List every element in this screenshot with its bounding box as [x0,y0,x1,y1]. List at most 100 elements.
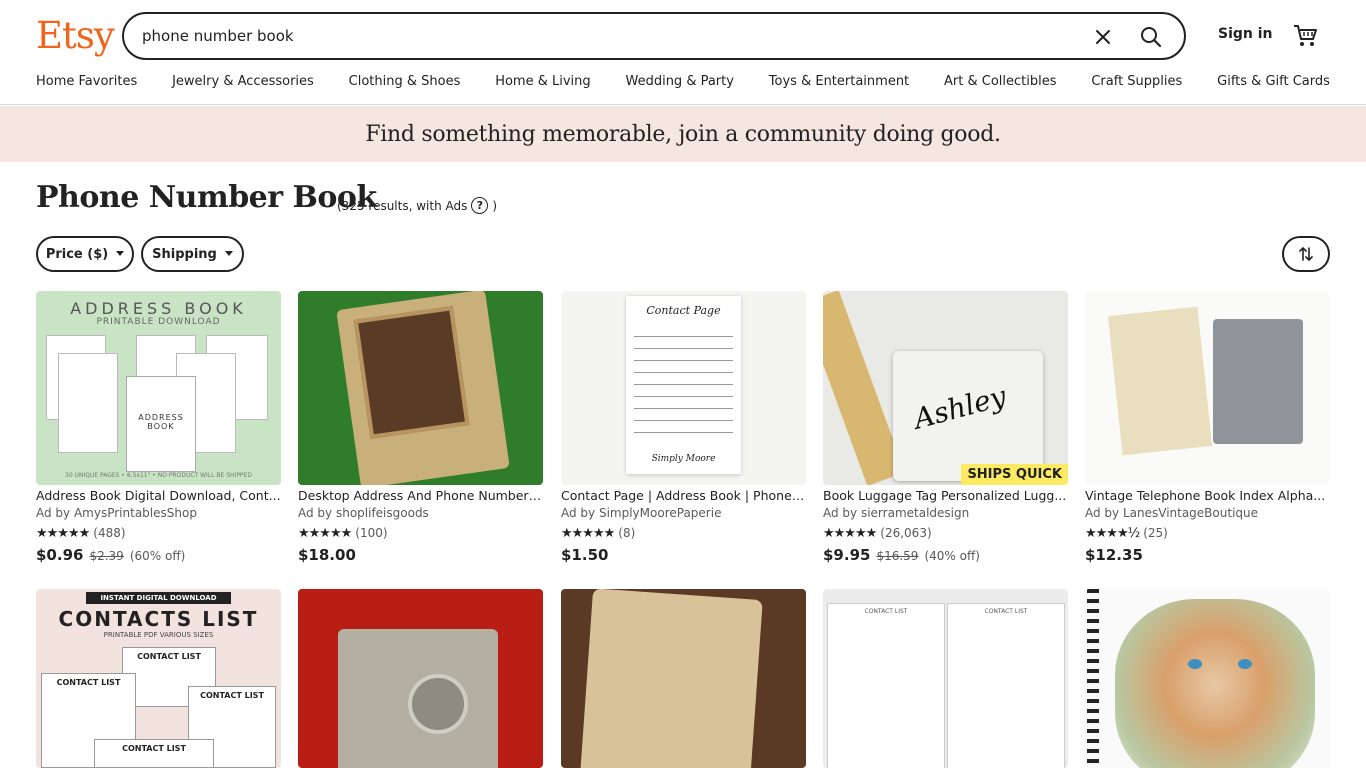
listing-rating: ★★★★★ (488) [36,524,281,542]
listing-image[interactable]: INSTANT DIGITAL DOWNLOAD CONTACTS LIST P… [36,589,281,768]
star-rating-icon: ★★★★★ [823,525,877,541]
listing-price: $12.35 [1085,546,1143,564]
price-row: $0.96 $2.39 (60% off) [36,546,281,564]
promo-banner: Find something memorable, join a communi… [0,106,1366,162]
thumb-header: ADDRESS BOOK [70,299,247,318]
listing-card[interactable] [1085,589,1330,768]
ships-quick-badge: SHIPS QUICK [961,464,1068,485]
results-count: (325 results, with Ads ? ) [337,197,497,214]
listing-image[interactable] [561,589,806,768]
search-bar[interactable] [122,12,1186,60]
listing-image[interactable] [298,291,543,485]
listing-price: $0.96 [36,546,84,564]
listing-card[interactable]: CONTACT LIST CONTACT LIST [823,589,1068,768]
thumb-spiral [1087,589,1099,768]
nav-jewelry-accessories[interactable]: Jewelry & Accessories [172,74,314,96]
listing-title[interactable]: Address Book Digital Download, Cont... [36,488,281,504]
cart-icon[interactable] [1292,22,1320,50]
etsy-logo[interactable]: Etsy [36,12,115,60]
close-icon[interactable] [1090,24,1116,50]
thumb-cover [353,306,470,439]
search-icon[interactable] [1136,22,1166,52]
nav-home-favorites[interactable]: Home Favorites [36,74,137,96]
listing-rating: ★★★★★ (26,063) [823,524,1068,542]
thumb-cat [1115,599,1315,768]
price-row: $9.95 $16.59 (40% off) [823,546,1068,564]
listing-image[interactable]: Contact Page Simply Moore [561,291,806,485]
thumb-line [634,360,733,361]
listing-card[interactable] [561,589,806,768]
thumb-signature: Simply Moore [651,454,716,464]
original-price: $2.39 [89,549,124,563]
listing-image[interactable]: CONTACT LIST CONTACT LIST [823,589,1068,768]
nav-wedding-party[interactable]: Wedding & Party [625,74,733,96]
star-rating-icon: ★★★★★ [298,525,352,541]
review-count: (488) [93,526,126,540]
thumb-object [336,291,510,485]
thumb-object [1107,306,1213,456]
listing-shop: Ad by sierrametaldesign [823,506,970,520]
page-title: Phone Number Book [36,180,377,215]
nav-art-collectibles[interactable]: Art & Collectibles [944,74,1056,96]
nav-toys-entertainment[interactable]: Toys & Entertainment [769,74,909,96]
thumb-sheet: Contact Page Simply Moore [626,296,741,474]
listing-rating: ★★★★★ (8) [561,524,806,542]
listing-card[interactable]: ADDRESS BOOK PRINTABLE DOWNLOAD ADDRESS … [36,291,281,564]
thumb-line [634,348,733,349]
help-icon[interactable]: ? [471,197,489,214]
listing-image[interactable] [1085,589,1330,768]
listing-image[interactable] [1085,291,1330,485]
price-row: $12.35 [1085,546,1330,564]
listing-title[interactable]: Desktop Address And Phone Number ... [298,488,543,504]
discount: (40% off) [924,549,980,563]
listing-rating: ★★★★½ (25) [1085,524,1330,542]
listing-title[interactable]: Vintage Telephone Book Index Alpha... [1085,488,1330,504]
listing-image[interactable]: Ashley SHIPS QUICK [823,291,1068,485]
review-count: (25) [1143,526,1168,540]
thumb-object [1213,319,1303,444]
price-filter-label: Price ($) [45,246,109,262]
listing-title[interactable]: Book Luggage Tag Personalized Lugg... [823,488,1068,504]
thumb-eye [1188,659,1202,669]
thumb-sheet: CONTACT LIST [827,603,945,768]
thumb-line [634,384,733,385]
nav-clothing-shoes[interactable]: Clothing & Shoes [349,74,461,96]
listing-card[interactable]: Ashley SHIPS QUICK Book Luggage Tag Pers… [823,291,1068,564]
shipping-filter-button[interactable]: Shipping [141,236,244,272]
header: Etsy Sign in Home Favorites Jewelry & Ac… [0,0,1366,105]
results-text: (325 results, with Ads [337,198,468,213]
listing-image[interactable]: ADDRESS BOOK PRINTABLE DOWNLOAD ADDRESS … [36,291,281,485]
thumb-line [634,396,733,397]
listing-card[interactable]: Contact Page Simply Moore Contact Page |… [561,291,806,564]
price-row: $18.00 [298,546,543,564]
thumb-object [338,629,498,768]
search-input[interactable] [142,14,1042,58]
price-filter-button[interactable]: Price ($) [36,236,134,272]
nav-craft-supplies[interactable]: Craft Supplies [1091,74,1182,96]
listing-title[interactable]: Contact Page | Address Book | Phone ... [561,488,806,504]
shipping-filter-label: Shipping [152,246,217,262]
nav-gifts-gift-cards[interactable]: Gifts & Gift Cards [1217,74,1330,96]
thumb-subtitle: PRINTABLE PDF VARIOUS SIZES [103,631,214,639]
listing-image[interactable] [298,589,543,768]
listing-card[interactable]: Desktop Address And Phone Number ... Ad … [298,291,543,564]
review-count: (8) [618,526,636,540]
thumb-line [634,336,733,337]
thumb-line [634,408,733,409]
listing-card[interactable]: Vintage Telephone Book Index Alpha... Ad… [1085,291,1330,564]
thumb-bar: INSTANT DIGITAL DOWNLOAD [86,592,231,604]
sign-in-link[interactable]: Sign in [1218,26,1273,42]
star-rating-icon: ★★★★★ [561,525,615,541]
thumb-title: CONTACTS LIST [58,607,259,631]
nav-home-living[interactable]: Home & Living [495,74,590,96]
listing-shop: Ad by AmysPrintablesShop [36,506,197,520]
listing-card[interactable] [298,589,543,768]
thumb-line [634,432,733,433]
sort-icon [1299,247,1313,261]
sort-button[interactable] [1282,236,1330,272]
listing-rating: ★★★★★ (100) [298,524,543,542]
listing-card[interactable]: INSTANT DIGITAL DOWNLOAD CONTACTS LIST P… [36,589,281,768]
review-count: (100) [355,526,388,540]
price-row: $1.50 [561,546,806,564]
listing-price: $1.50 [561,546,609,564]
